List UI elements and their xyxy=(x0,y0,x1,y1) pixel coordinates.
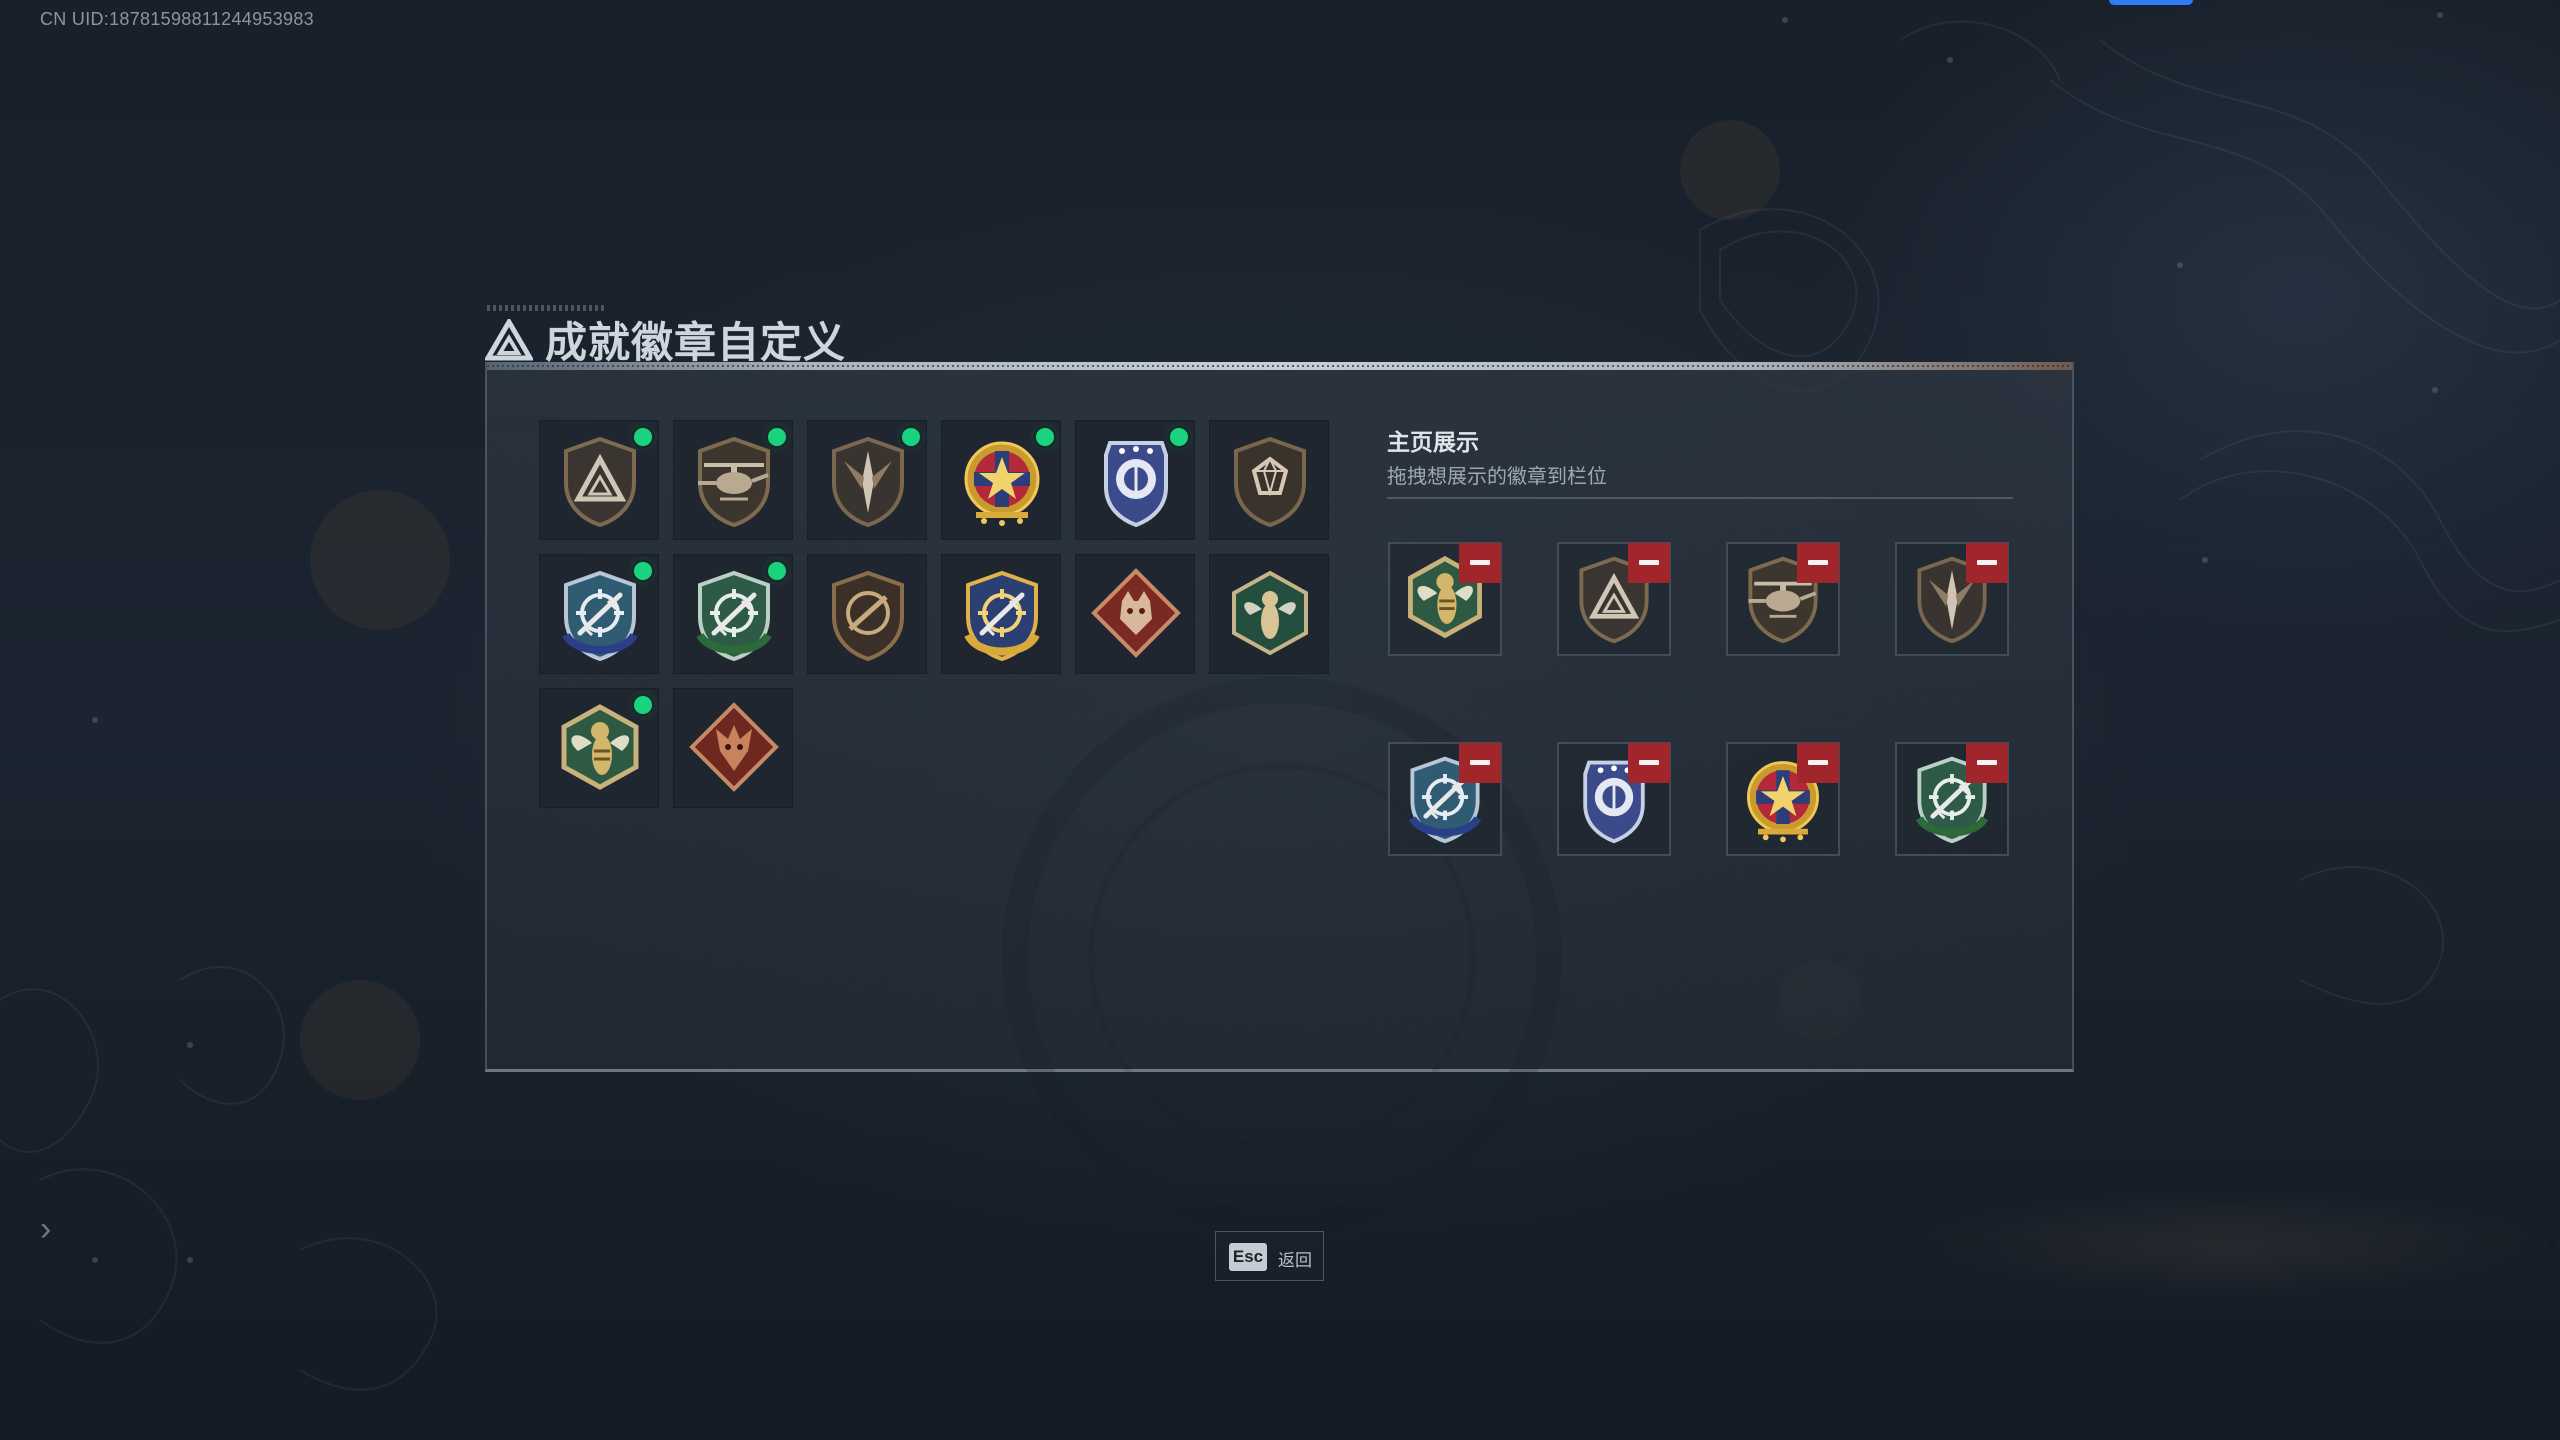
new-indicator-dot xyxy=(634,696,652,714)
showcase-slot[interactable] xyxy=(1726,542,1840,656)
triangle-logo-icon xyxy=(485,319,533,361)
remove-badge-button[interactable] xyxy=(1459,543,1501,583)
badge-cell[interactable] xyxy=(1209,420,1329,540)
new-indicator-dot xyxy=(634,428,652,446)
badge-cell[interactable] xyxy=(1075,420,1195,540)
red-wolf-diamond-badge-icon xyxy=(1091,568,1181,658)
new-indicator-dot xyxy=(1036,428,1054,446)
dagger-wings-badge-icon xyxy=(832,436,904,528)
new-indicator-dot xyxy=(768,428,786,446)
remove-badge-button[interactable] xyxy=(1966,743,2008,783)
new-indicator-dot xyxy=(634,562,652,580)
showcase-slot[interactable] xyxy=(1557,542,1671,656)
chevron-right-icon[interactable]: › xyxy=(40,1210,51,1249)
showcase-slot[interactable] xyxy=(1726,742,1840,856)
badge-cell[interactable] xyxy=(673,554,793,674)
badge-cell[interactable] xyxy=(1209,554,1329,674)
gold-crosshair-shield-badge-icon xyxy=(964,570,1040,662)
badge-cell[interactable] xyxy=(673,688,793,808)
new-indicator-dot xyxy=(1170,428,1188,446)
police-shield-badge-icon xyxy=(1104,441,1168,528)
app-root: CN UID:18781598811244953983 成就徽章自定义 主页展示… xyxy=(0,0,2560,1440)
badge-cell[interactable] xyxy=(941,420,1061,540)
top-tab-indicator[interactable] xyxy=(2109,0,2193,5)
showcase-slot[interactable] xyxy=(1388,542,1502,656)
showcase-slot[interactable] xyxy=(1895,542,2009,656)
panel-top-bar xyxy=(487,362,2072,370)
back-label: 返回 xyxy=(1278,1251,1312,1270)
badge-cell[interactable] xyxy=(539,688,659,808)
green-crosshair-shield-badge-icon xyxy=(696,570,772,662)
badge-cell[interactable] xyxy=(539,420,659,540)
remove-badge-button[interactable] xyxy=(1797,543,1839,583)
badge-customize-panel: 主页展示 拖拽想展示的徽章到栏位 xyxy=(485,362,2074,1237)
triangle-emblem-badge-icon xyxy=(564,436,636,528)
red-dragon-diamond-badge-icon xyxy=(689,702,779,792)
new-indicator-dot xyxy=(902,428,920,446)
green-wasp-hexagon-badge-icon xyxy=(1232,570,1308,656)
remove-badge-button[interactable] xyxy=(1966,543,2008,583)
remove-badge-button[interactable] xyxy=(1797,743,1839,783)
remove-badge-button[interactable] xyxy=(1628,743,1670,783)
showcase-slot[interactable] xyxy=(1388,742,1502,856)
user-uid: CN UID:18781598811244953983 xyxy=(40,9,314,29)
showcase-slot[interactable] xyxy=(1557,742,1671,856)
badge-cell[interactable] xyxy=(941,554,1061,674)
page-title: 成就徽章自定义 xyxy=(545,319,847,366)
blue-crosshair-shield-badge-icon xyxy=(562,570,638,662)
showcase-divider xyxy=(1387,497,2013,499)
showcase-title: 主页展示 xyxy=(1387,429,1479,455)
badge-cell[interactable] xyxy=(807,420,927,540)
remove-badge-button[interactable] xyxy=(1459,743,1501,783)
remove-badge-button[interactable] xyxy=(1628,543,1670,583)
badge-cell[interactable] xyxy=(807,554,927,674)
helicopter-badge-icon xyxy=(698,436,770,528)
new-indicator-dot xyxy=(768,562,786,580)
wasp-hexagon-badge-icon xyxy=(561,704,639,790)
showcase-subtitle: 拖拽想展示的徽章到栏位 xyxy=(1387,466,1607,488)
bronze-rifle-shield-badge-icon xyxy=(832,570,904,662)
gem-shield-badge-icon xyxy=(1234,436,1306,528)
badge-cell[interactable] xyxy=(539,554,659,674)
showcase-slot[interactable] xyxy=(1895,742,2009,856)
badge-cell[interactable] xyxy=(673,420,793,540)
star-medal-badge-icon xyxy=(964,441,1040,526)
back-button[interactable]: Esc 返回 xyxy=(1215,1231,1324,1281)
badge-cell[interactable] xyxy=(1075,554,1195,674)
esc-key-icon: Esc xyxy=(1229,1243,1267,1271)
